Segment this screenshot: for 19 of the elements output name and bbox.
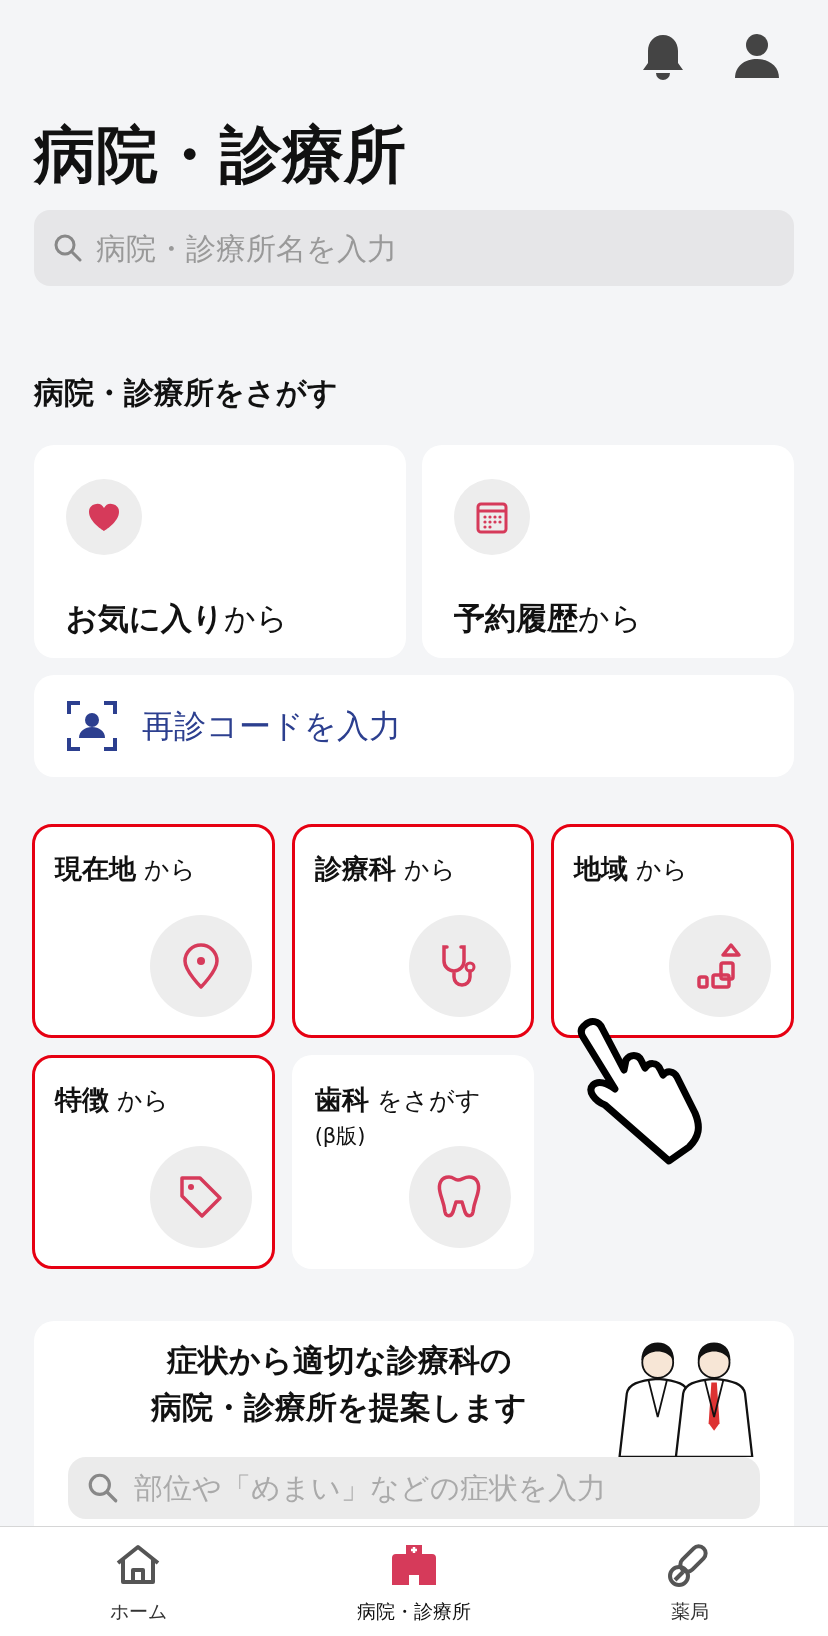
search-tile[interactable]: 診療科 から	[291, 824, 535, 1039]
search-tile[interactable]: 地域 から	[551, 824, 794, 1039]
search-tile[interactable]: 歯科 をさがす (β版)	[291, 1055, 535, 1270]
bell-icon[interactable]	[640, 32, 686, 82]
scan-user-icon	[66, 700, 118, 753]
nav-tab[interactable]: 薬局	[552, 1527, 828, 1636]
search-tile[interactable]: 特徴 から	[32, 1055, 275, 1270]
nav-tab[interactable]: 病院・診療所	[276, 1527, 552, 1636]
page-title: 病院・診療所	[34, 118, 407, 193]
search-field[interactable]: 病院・診療所名を入力	[34, 210, 794, 287]
shortcut-card[interactable]: お気に入り から	[34, 445, 406, 659]
search-tile[interactable]: 現在地 から	[32, 824, 275, 1039]
user-icon[interactable]	[734, 32, 780, 80]
symptom-search-field[interactable]: 部位や「めまい」などの症状を入力	[68, 1457, 760, 1520]
shortcut-card[interactable]: 予約履歴から	[422, 445, 794, 659]
nav-tab[interactable]: ホーム	[0, 1527, 276, 1636]
symptom-headline: 症状から適切な診療科の 病院・診療所を提案します	[150, 1341, 528, 1427]
revisit-code-button[interactable]: 再診コードを入力	[34, 675, 794, 778]
section-heading: 病院・診療所をさがす	[34, 374, 339, 413]
